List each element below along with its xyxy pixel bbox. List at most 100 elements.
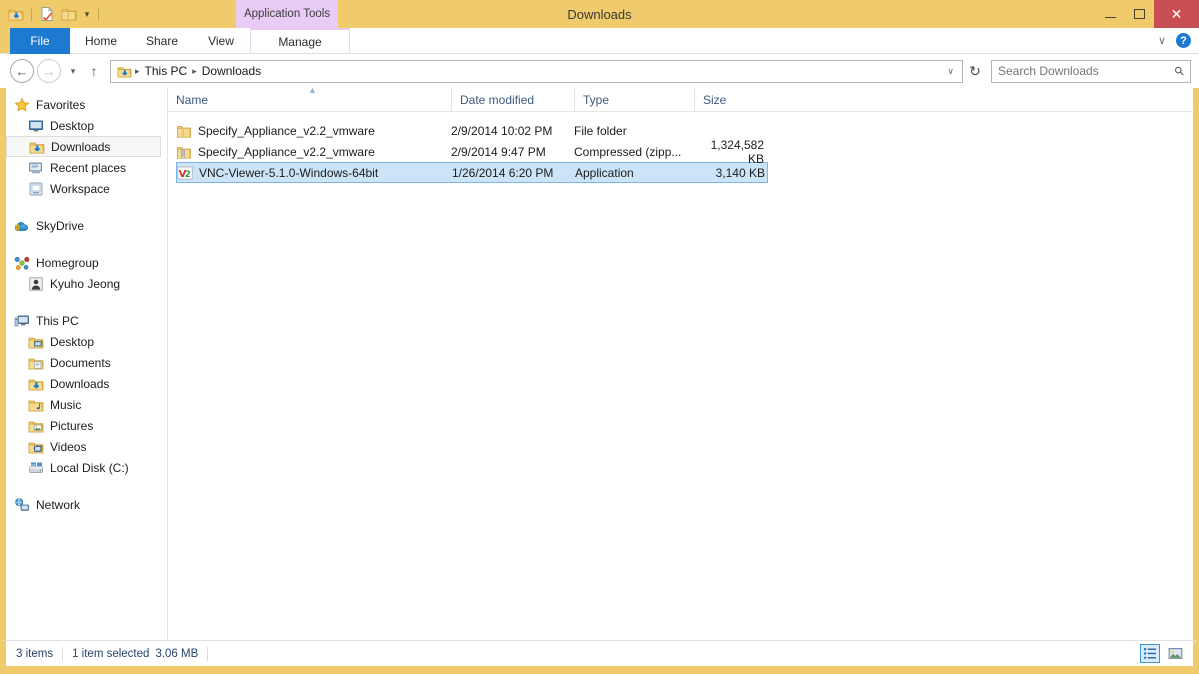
sidebar-label: Kyuho Jeong xyxy=(50,276,121,291)
sidebar-item-downloads-fav[interactable]: Downloads xyxy=(6,136,161,157)
sidebar-label: Local Disk (C:) xyxy=(50,460,129,475)
column-header-date-modified[interactable]: Date modified xyxy=(451,87,574,112)
star-icon xyxy=(14,97,30,113)
file-size: 3,140 KB xyxy=(715,165,765,180)
tab-manage[interactable]: Manage xyxy=(250,28,350,54)
sidebar-gap-3 xyxy=(6,294,167,310)
sidebar-item-pictures[interactable]: Pictures xyxy=(6,415,167,436)
column-header-size[interactable]: Size xyxy=(694,87,770,112)
column-header-name[interactable]: Name ▲ xyxy=(168,84,451,112)
help-icon[interactable]: ? xyxy=(1176,33,1191,48)
sidebar-item-workspace[interactable]: Workspace xyxy=(6,178,167,199)
vnc-viewer-icon: V2 xyxy=(177,165,193,181)
sidebar-item-homegroup[interactable]: Homegroup xyxy=(6,252,167,273)
sidebar-item-kyuho-jeong[interactable]: Kyuho Jeong xyxy=(6,273,167,294)
downloads-folder-icon[interactable] xyxy=(5,3,27,25)
search-input[interactable] xyxy=(998,64,1176,78)
sidebar-label: Downloads xyxy=(51,139,111,154)
homegroup-icon xyxy=(14,255,30,271)
computer-icon xyxy=(14,313,30,329)
breadcrumb-dropdown-chevron-icon[interactable]: ∨ xyxy=(947,66,958,77)
table-row[interactable]: Specify_Appliance_v2.2_vmware 2/9/2014 1… xyxy=(176,120,768,141)
tab-home[interactable]: Home xyxy=(70,28,132,54)
table-row[interactable]: V2 VNC-Viewer-5.1.0-Windows-64bit 1/26/2… xyxy=(176,162,768,183)
new-folder-icon[interactable] xyxy=(58,3,80,25)
file-name-cell: Specify_Appliance_v2.2_vmware xyxy=(176,123,451,139)
details-view-button[interactable] xyxy=(1140,644,1160,663)
sidebar-item-music[interactable]: Music xyxy=(6,394,167,415)
file-date: 2/9/2014 10:02 PM xyxy=(451,123,553,138)
refresh-button[interactable]: ↻ xyxy=(963,63,987,80)
close-button[interactable]: ✕ xyxy=(1154,0,1199,28)
sidebar-label: Music xyxy=(50,397,82,412)
sidebar-item-recent-places[interactable]: Recent places xyxy=(6,157,167,178)
downloads-folder-icon xyxy=(28,376,44,392)
file-list-pane: Name ▲ Date modified Type Size Specify_A… xyxy=(168,84,1193,640)
sidebar-item-skydrive[interactable]: SkyDrive xyxy=(6,215,167,236)
breadcrumb-separator-1: ▸ xyxy=(135,65,140,76)
view-buttons xyxy=(1140,644,1185,663)
minimize-button[interactable] xyxy=(1096,0,1125,28)
address-bar: ← → ▾ ↑ ▸ This PC ▸ Downloads ∨ ↻ ⚲ xyxy=(0,54,1199,88)
column-header-label: Name xyxy=(176,92,209,107)
file-name: VNC-Viewer-5.1.0-Windows-64bit xyxy=(199,165,379,180)
sidebar-item-desktop-fav[interactable]: Desktop xyxy=(6,115,167,136)
window-controls: ✕ xyxy=(1096,0,1199,28)
downloads-folder-icon xyxy=(29,139,45,155)
sidebar-label: Videos xyxy=(50,439,87,454)
folder-icon xyxy=(176,123,192,139)
sidebar-label: Network xyxy=(36,497,81,512)
large-icons-view-button[interactable] xyxy=(1165,644,1185,663)
qat-separator-1 xyxy=(31,7,32,21)
breadcrumb-item-downloads[interactable]: Downloads xyxy=(199,64,264,78)
sidebar-item-local-disk-c[interactable]: Local Disk (C:) xyxy=(6,457,167,478)
sidebar-label: Desktop xyxy=(50,118,95,133)
properties-icon[interactable] xyxy=(36,3,58,25)
sidebar-item-favorites[interactable]: Favorites xyxy=(6,94,167,115)
file-explorer-window: ▾ Application Tools Downloads ✕ File Hom… xyxy=(0,0,1199,674)
recent-locations-chevron-icon[interactable]: ▾ xyxy=(64,66,82,77)
sidebar-label: Workspace xyxy=(50,181,110,196)
tab-file[interactable]: File xyxy=(10,28,70,54)
file-name-cell: Specify_Appliance_v2.2_vmware xyxy=(176,144,451,160)
sidebar-label: Desktop xyxy=(50,334,95,349)
sidebar-item-network[interactable]: Network xyxy=(6,494,167,515)
monitor-icon xyxy=(28,118,44,134)
sidebar-item-documents[interactable]: Documents xyxy=(6,352,167,373)
up-button[interactable]: ↑ xyxy=(82,63,106,79)
breadcrumb-separator-2: ▸ xyxy=(192,65,197,76)
sidebar-item-desktop-pc[interactable]: Desktop xyxy=(6,331,167,352)
sidebar-label: Pictures xyxy=(50,418,94,433)
status-separator-2 xyxy=(207,646,209,661)
pictures-folder-icon xyxy=(28,418,44,434)
sidebar-item-videos[interactable]: Videos xyxy=(6,436,167,457)
search-box[interactable]: ⚲ xyxy=(991,59,1191,83)
forward-button[interactable]: → xyxy=(37,59,61,83)
back-button[interactable]: ← xyxy=(10,59,34,83)
sidebar-item-this-pc[interactable]: This PC xyxy=(6,310,167,331)
sidebar-label: Homegroup xyxy=(36,255,99,270)
title-bar: ▾ Application Tools Downloads ✕ xyxy=(0,0,1199,28)
table-row[interactable]: Specify_Appliance_v2.2_vmware 2/9/2014 9… xyxy=(176,138,768,166)
skydrive-icon xyxy=(14,218,30,234)
breadcrumb-item-this-pc[interactable]: This PC xyxy=(142,64,191,78)
sidebar-item-downloads-pc[interactable]: Downloads xyxy=(6,373,167,394)
maximize-button[interactable] xyxy=(1125,0,1154,28)
window-title: Downloads xyxy=(567,6,632,22)
file-date: 1/26/2014 6:20 PM xyxy=(452,165,554,180)
ribbon-left-edge xyxy=(0,28,10,53)
tab-view[interactable]: View xyxy=(192,28,250,54)
breadcrumb[interactable]: ▸ This PC ▸ Downloads ∨ xyxy=(110,59,963,83)
customize-qat-chevron-icon[interactable]: ▾ xyxy=(80,3,94,25)
sort-ascending-icon: ▲ xyxy=(308,84,317,95)
file-type: Compressed (zipp... xyxy=(574,144,682,159)
file-date: 2/9/2014 9:47 PM xyxy=(451,144,546,159)
window-bottom-edge xyxy=(0,666,1199,674)
navigation-pane: Favorites Desktop Downloads Recent place… xyxy=(6,88,168,640)
chevron-down-icon[interactable]: ∨ xyxy=(1158,34,1166,47)
tab-share[interactable]: Share xyxy=(132,28,192,54)
file-name: Specify_Appliance_v2.2_vmware xyxy=(198,144,375,159)
recent-places-icon xyxy=(28,160,44,176)
ribbon-tab-bar: File Home Share View Manage ∨ ? xyxy=(0,28,1199,54)
column-header-type[interactable]: Type xyxy=(574,87,694,112)
